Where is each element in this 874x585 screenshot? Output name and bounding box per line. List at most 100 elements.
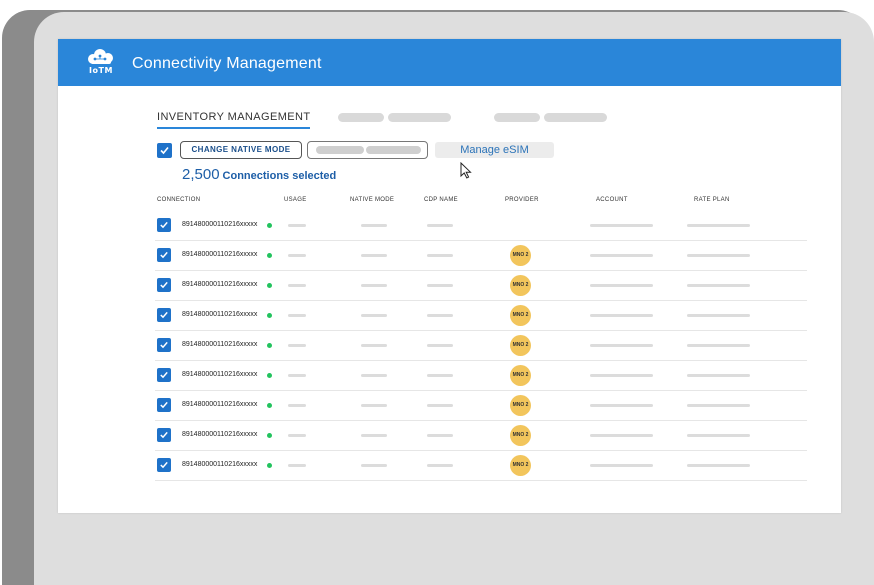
provider-badge: MNO 2 — [510, 455, 531, 476]
row-checkbox[interactable] — [157, 458, 171, 472]
connection-iccid[interactable]: 891480000110216xxxxx — [182, 281, 257, 288]
checkmark-icon — [160, 221, 168, 229]
manage-esim-button[interactable]: Manage eSIM — [435, 142, 554, 158]
cdp-name-pill — [427, 224, 453, 227]
rate-plan-pill — [687, 374, 750, 377]
column-header-connection[interactable]: CONNECTION — [157, 197, 200, 203]
provider-badge: MNO 2 — [510, 425, 531, 446]
select-all-checkbox[interactable] — [157, 143, 172, 158]
cdp-name-pill — [427, 404, 453, 407]
rate-plan-pill — [687, 314, 750, 317]
native-mode-pill — [361, 254, 387, 257]
row-checkbox[interactable] — [157, 218, 171, 232]
usage-pill — [288, 344, 306, 347]
column-header-cdp-name[interactable]: CDP NAME — [424, 197, 458, 203]
rate-plan-pill — [687, 434, 750, 437]
mouse-pointer-icon — [460, 162, 472, 179]
column-header-account[interactable]: ACCOUNT — [596, 197, 628, 203]
usage-pill — [288, 404, 306, 407]
connection-iccid[interactable]: 891480000110216xxxxx — [182, 341, 257, 348]
rate-plan-pill — [687, 254, 750, 257]
connection-iccid[interactable]: 891480000110216xxxxx — [182, 431, 257, 438]
cdp-name-pill — [427, 434, 453, 437]
status-dot-icon — [267, 283, 272, 288]
status-dot-icon — [267, 223, 272, 228]
rate-plan-pill — [687, 224, 750, 227]
connection-iccid[interactable]: 891480000110216xxxxx — [182, 221, 257, 228]
checkmark-icon — [160, 431, 168, 439]
connection-iccid[interactable]: 891480000110216xxxxx — [182, 251, 257, 258]
table-row[interactable]: 891480000110216xxxxx MNO 2 — [155, 271, 807, 301]
native-mode-pill — [361, 284, 387, 287]
native-mode-pill — [361, 464, 387, 467]
status-dot-icon — [267, 343, 272, 348]
account-pill — [590, 314, 653, 317]
row-checkbox[interactable] — [157, 308, 171, 322]
tab-placeholder[interactable] — [388, 113, 451, 122]
checkmark-icon — [160, 461, 168, 469]
status-dot-icon — [267, 433, 272, 438]
change-native-mode-button[interactable]: CHANGE NATIVE MODE — [180, 141, 302, 159]
cdp-name-pill — [427, 344, 453, 347]
tab-placeholder[interactable] — [494, 113, 540, 122]
usage-pill — [288, 434, 306, 437]
native-mode-pill — [361, 314, 387, 317]
provider-badge: MNO 2 — [510, 305, 531, 326]
connection-iccid[interactable]: 891480000110216xxxxx — [182, 311, 257, 318]
row-checkbox[interactable] — [157, 338, 171, 352]
usage-pill — [288, 374, 306, 377]
usage-pill — [288, 224, 306, 227]
cdp-name-pill — [427, 314, 453, 317]
button-label-placeholder — [366, 146, 421, 154]
table-row[interactable]: 891480000110216xxxxx MNO 2 — [155, 241, 807, 271]
row-checkbox[interactable] — [157, 248, 171, 262]
row-divider — [155, 480, 807, 481]
connection-iccid[interactable]: 891480000110216xxxxx — [182, 401, 257, 408]
table-row[interactable]: 891480000110216xxxxx MNO 2 — [155, 331, 807, 361]
tab-placeholder[interactable] — [338, 113, 384, 122]
cloud-logo-icon[interactable]: IoTM — [85, 49, 117, 77]
status-dot-icon — [267, 313, 272, 318]
tab-inventory-management[interactable]: INVENTORY MANAGEMENT — [157, 111, 311, 129]
status-dot-icon — [267, 373, 272, 378]
checkmark-icon — [160, 146, 169, 155]
cdp-name-pill — [427, 374, 453, 377]
account-pill — [590, 224, 653, 227]
row-checkbox[interactable] — [157, 368, 171, 382]
tab-placeholder[interactable] — [544, 113, 607, 122]
table-row[interactable]: 891480000110216xxxxx MNO 2 — [155, 451, 807, 481]
table-row[interactable]: 891480000110216xxxxx MNO 2 — [155, 301, 807, 331]
table-row[interactable]: 891480000110216xxxxx — [155, 211, 807, 241]
column-header-native-mode[interactable]: NATIVE MODE — [350, 197, 394, 203]
table-row[interactable]: 891480000110216xxxxx MNO 2 — [155, 361, 807, 391]
column-header-usage[interactable]: USAGE — [284, 197, 307, 203]
column-header-rate-plan[interactable]: RATE PLAN — [694, 197, 730, 203]
status-dot-icon — [267, 403, 272, 408]
checkmark-icon — [160, 341, 168, 349]
checkmark-icon — [160, 311, 168, 319]
selection-summary: 2,500 Connections selected — [182, 166, 336, 184]
account-pill — [590, 284, 653, 287]
usage-pill — [288, 314, 306, 317]
row-checkbox[interactable] — [157, 398, 171, 412]
status-dot-icon — [267, 463, 272, 468]
table-row[interactable]: 891480000110216xxxxx MNO 2 — [155, 421, 807, 451]
rate-plan-pill — [687, 344, 750, 347]
row-checkbox[interactable] — [157, 278, 171, 292]
status-dot-icon — [267, 253, 272, 258]
checkmark-icon — [160, 371, 168, 379]
cdp-name-pill — [427, 254, 453, 257]
app-window: IoTM Connectivity Management INVENTORY M… — [58, 39, 841, 513]
row-checkbox[interactable] — [157, 428, 171, 442]
column-header-provider[interactable]: PROVIDER — [505, 197, 539, 203]
logo-text: IoTM — [89, 66, 113, 75]
app-title: Connectivity Management — [132, 55, 322, 72]
connection-iccid[interactable]: 891480000110216xxxxx — [182, 461, 257, 468]
table-row[interactable]: 891480000110216xxxxx MNO 2 — [155, 391, 807, 421]
connection-iccid[interactable]: 891480000110216xxxxx — [182, 371, 257, 378]
provider-badge: MNO 2 — [510, 365, 531, 386]
action-placeholder-button[interactable] — [307, 141, 428, 159]
checkmark-icon — [160, 251, 168, 259]
cdp-name-pill — [427, 284, 453, 287]
usage-pill — [288, 254, 306, 257]
